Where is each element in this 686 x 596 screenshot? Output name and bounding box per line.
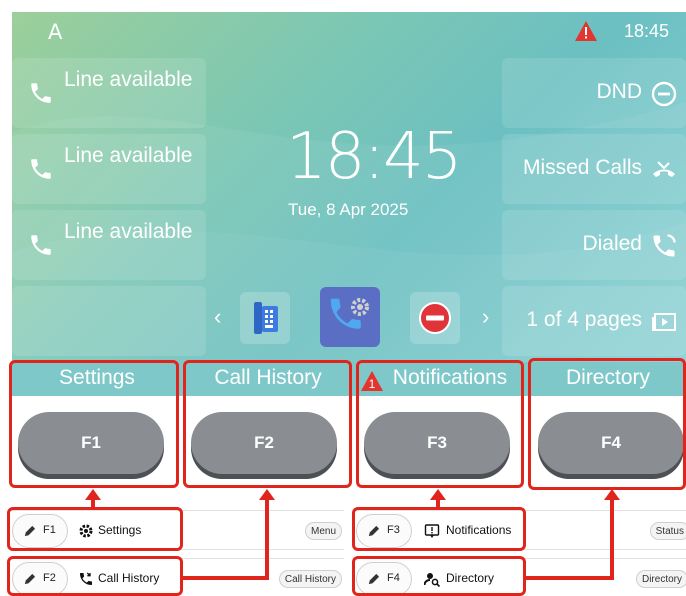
- account-indicator: A: [48, 20, 63, 44]
- highlight-config-f3: [352, 507, 526, 551]
- dnd-label: DND: [596, 80, 643, 103]
- dialed-call-icon: [653, 234, 676, 257]
- warning-triangle-icon[interactable]: [574, 20, 598, 42]
- highlight-softkey-f4: [528, 358, 686, 490]
- dnd-minus-icon: [419, 302, 451, 334]
- phone-icon: [31, 83, 51, 103]
- main-date: Tue, 8 Apr 2025: [288, 200, 409, 219]
- highlight-config-f2: [7, 556, 183, 596]
- arrow-f2-vertical: [265, 499, 269, 580]
- arrow-f2-head: [259, 489, 275, 500]
- dialed-key[interactable]: Dialed: [502, 210, 686, 280]
- config-row-tag: Status: [649, 522, 686, 540]
- dnd-circle-icon: [651, 81, 677, 107]
- line-key-1[interactable]: Line available: [12, 58, 206, 128]
- dnd-app-button[interactable]: [410, 292, 460, 344]
- missed-calls-key[interactable]: Missed Calls: [502, 134, 686, 204]
- call-settings-icon: [330, 298, 369, 329]
- line-key-label: Line available: [64, 68, 193, 91]
- line-key-3[interactable]: Line available: [12, 210, 206, 280]
- dnd-key[interactable]: DND: [502, 58, 686, 128]
- main-clock: 18:45: [286, 120, 462, 194]
- line-key-2[interactable]: Line available: [12, 134, 206, 204]
- config-row-tag: Call History: [278, 570, 342, 588]
- missed-calls-label: Missed Calls: [522, 156, 642, 179]
- desk-phone-icon: [254, 302, 278, 334]
- phone-icon: [31, 159, 51, 179]
- arrow-f4-head: [604, 489, 620, 500]
- call-settings-app-button[interactable]: [320, 287, 380, 347]
- highlight-softkey-f1: [9, 360, 179, 488]
- desk-phone-app-button[interactable]: [240, 292, 290, 344]
- arrow-f2-horizontal: [183, 576, 269, 580]
- pages-icon: [652, 313, 676, 331]
- config-row-tag: Directory: [635, 570, 686, 588]
- phone-icon: [31, 235, 51, 255]
- arrow-f4-horizontal: [526, 576, 614, 580]
- highlight-softkey-f2: [183, 360, 352, 488]
- status-bar: A 18:45: [12, 12, 686, 50]
- phone-screen: A 18:45 Line available Line available Li…: [12, 12, 686, 362]
- dialed-label: Dialed: [582, 232, 642, 255]
- dock-prev-arrow[interactable]: ‹: [214, 304, 221, 330]
- page-indicator-key[interactable]: 1 of 4 pages: [502, 286, 686, 356]
- arrow-f4-vertical: [610, 499, 614, 580]
- highlight-config-f4: [352, 556, 526, 596]
- line-key-empty[interactable]: [12, 286, 206, 356]
- highlight-softkey-f3: [356, 360, 524, 488]
- arrow-f3-head: [430, 489, 446, 500]
- config-row-tag: Menu: [304, 522, 342, 540]
- missed-call-icon: [653, 161, 675, 177]
- highlight-config-f1: [7, 507, 183, 551]
- dock-next-arrow[interactable]: ›: [482, 304, 489, 330]
- arrow-f1-head: [85, 489, 101, 500]
- page-indicator-label: 1 of 4 pages: [526, 308, 642, 331]
- line-key-label: Line available: [64, 144, 193, 167]
- status-time: 18:45: [624, 21, 670, 41]
- line-key-label: Line available: [64, 220, 193, 243]
